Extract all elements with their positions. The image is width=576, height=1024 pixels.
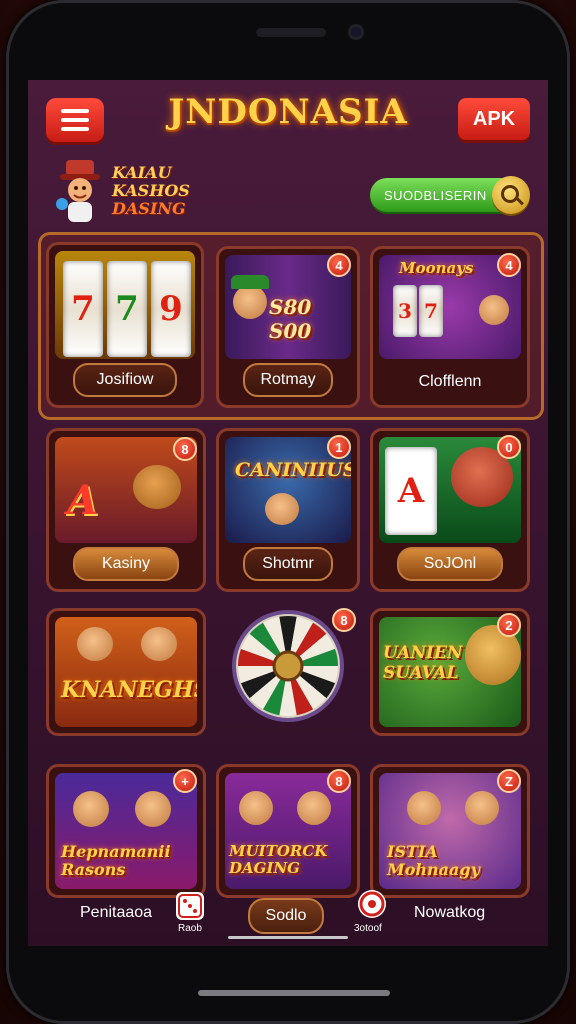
logo-line-1: KAIAU [112,163,172,182]
chip-icon[interactable] [358,890,386,918]
character-hat [231,275,269,289]
speaker-grille [256,28,326,37]
brand-logo-text: KAIAU KASHOS DASING [112,164,222,218]
roulette-wheel-icon[interactable] [232,610,344,722]
camera-icon [348,24,364,40]
cat-mascot-face [133,465,181,509]
game-art-slot-reels: 7 7 9 [55,251,195,359]
character-face [141,627,177,661]
slot-reel: 3 [393,285,417,337]
card-letter: A [67,477,99,524]
game-art-text: S80 S00 [269,295,312,343]
game-art-knanegs: KNANEGHS [55,617,197,727]
game-card-label: SoJOnl [397,547,503,581]
game-art-text: Hepnamanii Rasons [61,842,171,879]
game-card-uanien-suaval[interactable]: UANIEN SUAVAL 2 [370,608,530,736]
character-face [135,791,171,827]
dock-icon-label: Raob [178,923,202,934]
footer-label-right[interactable]: Nowatkog [414,904,485,922]
game-art-text: MUITORCK DAGING [229,842,328,877]
game-art-text: Moonays [399,259,474,277]
game-art-text: UANIEN SUAVAL [383,643,463,683]
game-card-muitorck[interactable]: MUITORCK DAGING 8 [216,764,360,898]
notification-badge: 4 [497,253,521,277]
character-face [73,791,109,827]
menu-button[interactable] [46,98,104,142]
game-art-text: KNANEGHS [61,677,197,703]
notification-badge: 4 [327,253,351,277]
notification-badge: 2 [497,613,521,637]
logo-line-3: DASING [112,199,186,218]
search-icon[interactable] [492,176,530,214]
phone-home-bar [198,990,390,996]
game-card-istia[interactable]: ISTIA Mohnaagy Z [370,764,530,898]
menu-icon-line [61,127,89,131]
game-card-josifiow[interactable]: 7 7 9 Josifiow [46,242,204,408]
notification-badge: 0 [497,435,521,459]
mascot-icon [56,160,100,222]
game-card-label: Rotmay [243,363,333,397]
game-card-label: Josifiow [73,363,177,397]
character-face [233,285,267,319]
game-card-label: Clofflenn [418,373,482,390]
app-screen: JNDONASIA APK KAIAU KASHOS DASING SUODBL… [28,80,548,946]
apk-download-button[interactable]: APK [458,98,530,140]
character-face [407,791,441,825]
character-face [265,493,299,525]
slot-reel: 9 [151,261,191,357]
game-art-text: ISTIA Mohnaagy [387,842,480,879]
menu-icon [61,109,89,113]
dice-icon[interactable] [176,892,204,920]
game-art-istia: ISTIA Mohnaagy [379,773,521,889]
menu-icon-line [61,118,89,122]
logo-line-2: KASHOS [112,181,190,200]
footer-label-left[interactable]: Penitaaoa [80,904,152,922]
dock-icon-label: 3otoof [354,923,382,934]
notification-badge: 8 [173,437,197,461]
slot-reel: 7 [419,285,443,337]
character-face [479,295,509,325]
notification-badge: 8 [332,608,356,632]
game-card-rotmay[interactable]: S80 S00 Rotmay 4 [216,246,360,408]
notification-badge: Z [497,769,521,793]
game-card-clofflenn[interactable]: Moonays 3 7 Clofflenn 4 [370,246,530,408]
character-face [465,791,499,825]
game-art-text: CANINIIUS [235,459,351,481]
slot-reel: 7 [107,261,147,357]
game-card-knanehs[interactable]: KNANEGHS [46,608,206,736]
character-face [239,791,273,825]
game-card-hepnamanii[interactable]: Hepnamanii Rasons + [46,764,206,898]
character-face [77,627,113,661]
game-card-shotmr[interactable]: CANINIIUS Shotmr 1 [216,428,360,592]
game-card-label: Shotmr [243,547,333,581]
app-title: JNDONASIA [168,92,408,132]
notification-badge: 1 [327,435,351,459]
card-letter: A [385,447,437,535]
game-card-label: Kasiny [73,547,179,581]
notification-badge: + [173,769,197,793]
search-text: SUODBLISERIN [384,187,487,203]
footer-center-button[interactable]: Sodlo [248,898,324,934]
game-art-hepnamanii: Hepnamanii Rasons [55,773,197,889]
game-card-sojonl[interactable]: A SoJOnl 0 [370,428,530,592]
dock-indicator [228,936,348,939]
game-card-kasiny[interactable]: A Kasiny 8 [46,428,206,592]
character-face [297,791,331,825]
notification-badge: 8 [327,769,351,793]
slot-reel: 7 [63,261,103,357]
